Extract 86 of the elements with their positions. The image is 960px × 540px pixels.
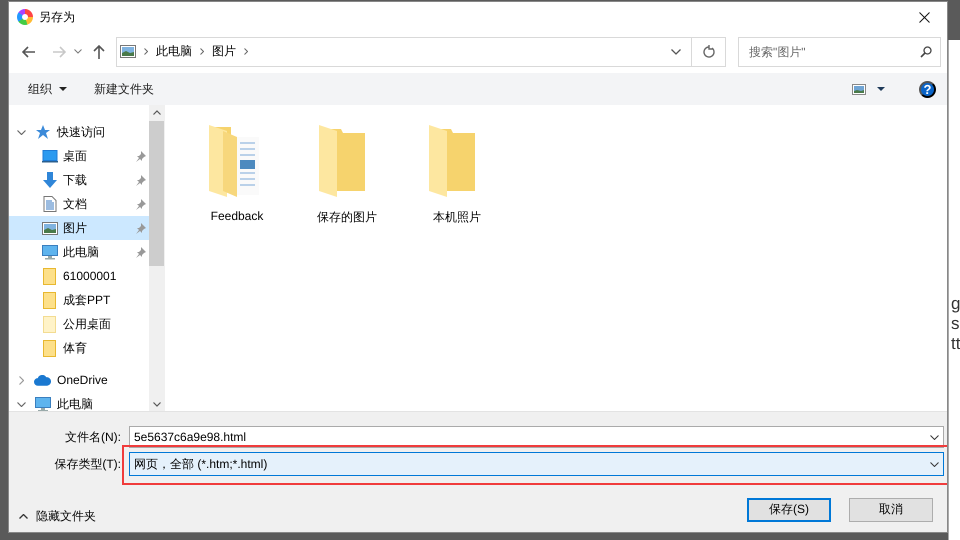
tree-item[interactable]: 公用桌面 [9, 312, 149, 336]
folder-name: 本机照片 [433, 209, 481, 226]
folder-item[interactable]: Feedback [182, 119, 292, 224]
chevron-down-icon[interactable] [16, 402, 26, 407]
up-arrow-icon [93, 44, 105, 59]
chevron-down-icon [930, 434, 939, 440]
tree-item-label: 快速访问 [57, 124, 106, 141]
folder-icon [43, 340, 56, 357]
background-text: g [951, 294, 960, 314]
forward-arrow-icon [52, 46, 66, 58]
tree-item[interactable]: 图片 [9, 216, 149, 240]
hide-folders-button[interactable]: 隐藏文件夹 [19, 508, 96, 526]
scrollbar[interactable] [149, 105, 164, 412]
folder-item[interactable]: 保存的图片 [292, 119, 402, 226]
tree-item[interactable]: OneDrive [9, 368, 149, 392]
cancel-button[interactable]: 取消 [849, 498, 933, 522]
monitor-icon [34, 396, 50, 412]
refresh-icon [702, 45, 714, 58]
folder-icon [43, 316, 56, 333]
scrollbar-thumb[interactable] [149, 121, 164, 266]
file-type-dropdown[interactable]: 网页，全部 (*.htm;*.html) [129, 452, 944, 476]
tree-item-label: 文档 [63, 196, 88, 213]
close-icon [918, 12, 930, 23]
picture-icon [852, 84, 866, 95]
chevron-down-icon [930, 462, 939, 467]
cloud-icon [34, 374, 51, 386]
background-text: s [951, 314, 960, 334]
tree-item-label: 此电脑 [57, 396, 94, 412]
download-icon [42, 172, 58, 188]
tree-item-label: 桌面 [63, 148, 88, 165]
tree-item-label: 图片 [63, 220, 88, 237]
monitor-icon [42, 149, 58, 164]
tree-item-label: 下载 [63, 172, 88, 189]
back-arrow-icon [22, 46, 36, 58]
chevron-up-icon [152, 110, 160, 115]
folder-name: 保存的图片 [317, 209, 377, 226]
tree-item-label: 成套PPT [63, 292, 112, 309]
document-icon [42, 196, 56, 212]
picture-icon [42, 222, 58, 235]
search-icon [920, 46, 932, 58]
tree-item[interactable]: 快速访问 [9, 120, 149, 144]
folder-name: Feedback [210, 209, 264, 224]
tree-item-label: OneDrive [57, 373, 109, 388]
chevron-right-icon [144, 48, 148, 56]
star-icon [34, 124, 50, 140]
tree-item[interactable]: 61000001 [9, 264, 149, 288]
chevron-down-icon[interactable] [16, 130, 26, 135]
tree-item[interactable]: 桌面 [9, 144, 149, 168]
breadcrumb[interactable]: 图片 [212, 43, 236, 60]
tree-item-label: 体育 [63, 340, 88, 357]
chevron-down-icon [152, 402, 160, 407]
folder-icon [43, 268, 56, 285]
tree-item[interactable]: 下载 [9, 168, 149, 192]
new-folder-button[interactable]: 新建文件夹 [87, 76, 161, 102]
tree-item[interactable]: 文档 [9, 192, 149, 216]
chevron-right-icon [244, 48, 248, 56]
tree-item-label: 此电脑 [63, 244, 100, 261]
chevron-right-icon[interactable] [18, 376, 24, 385]
field-label: 保存类型(T): [53, 456, 121, 473]
address-bar[interactable]: 此电脑 图片 [116, 36, 726, 67]
save-button[interactable]: 保存(S) [747, 498, 831, 522]
tree-item[interactable]: 体育 [9, 336, 149, 360]
tree-item-label: 公用桌面 [63, 316, 112, 333]
chevron-down-icon [671, 48, 681, 55]
chevron-up-icon [19, 514, 28, 520]
tree-item[interactable]: 此电脑 [9, 240, 149, 264]
monitor-icon [42, 244, 58, 260]
caret-down-icon [877, 87, 885, 92]
field-label: 文件名(N): [64, 428, 121, 446]
folder-item[interactable]: 本机照片 [402, 119, 512, 226]
tree-item-label: 61000001 [63, 269, 118, 284]
picture-icon [120, 45, 136, 58]
help-button[interactable]: ? [919, 80, 936, 98]
chevron-right-icon [200, 48, 204, 56]
background-text: tt [951, 334, 960, 354]
app-icon [17, 9, 33, 26]
filename-field[interactable]: 5e5637c6a9e98.html [129, 426, 944, 448]
breadcrumb[interactable]: 此电脑 [156, 43, 192, 60]
chevron-down-icon [74, 49, 82, 54]
tree-item[interactable]: 此电脑 [9, 392, 149, 412]
caret-down-icon [59, 87, 67, 92]
window-title: 另存为 [39, 8, 75, 26]
tree-item[interactable]: 成套PPT [9, 288, 149, 312]
organize-menu-button[interactable]: 组织 [21, 76, 74, 102]
folder-icon [43, 292, 56, 309]
search-field[interactable]: 搜索"图片" [738, 36, 941, 67]
